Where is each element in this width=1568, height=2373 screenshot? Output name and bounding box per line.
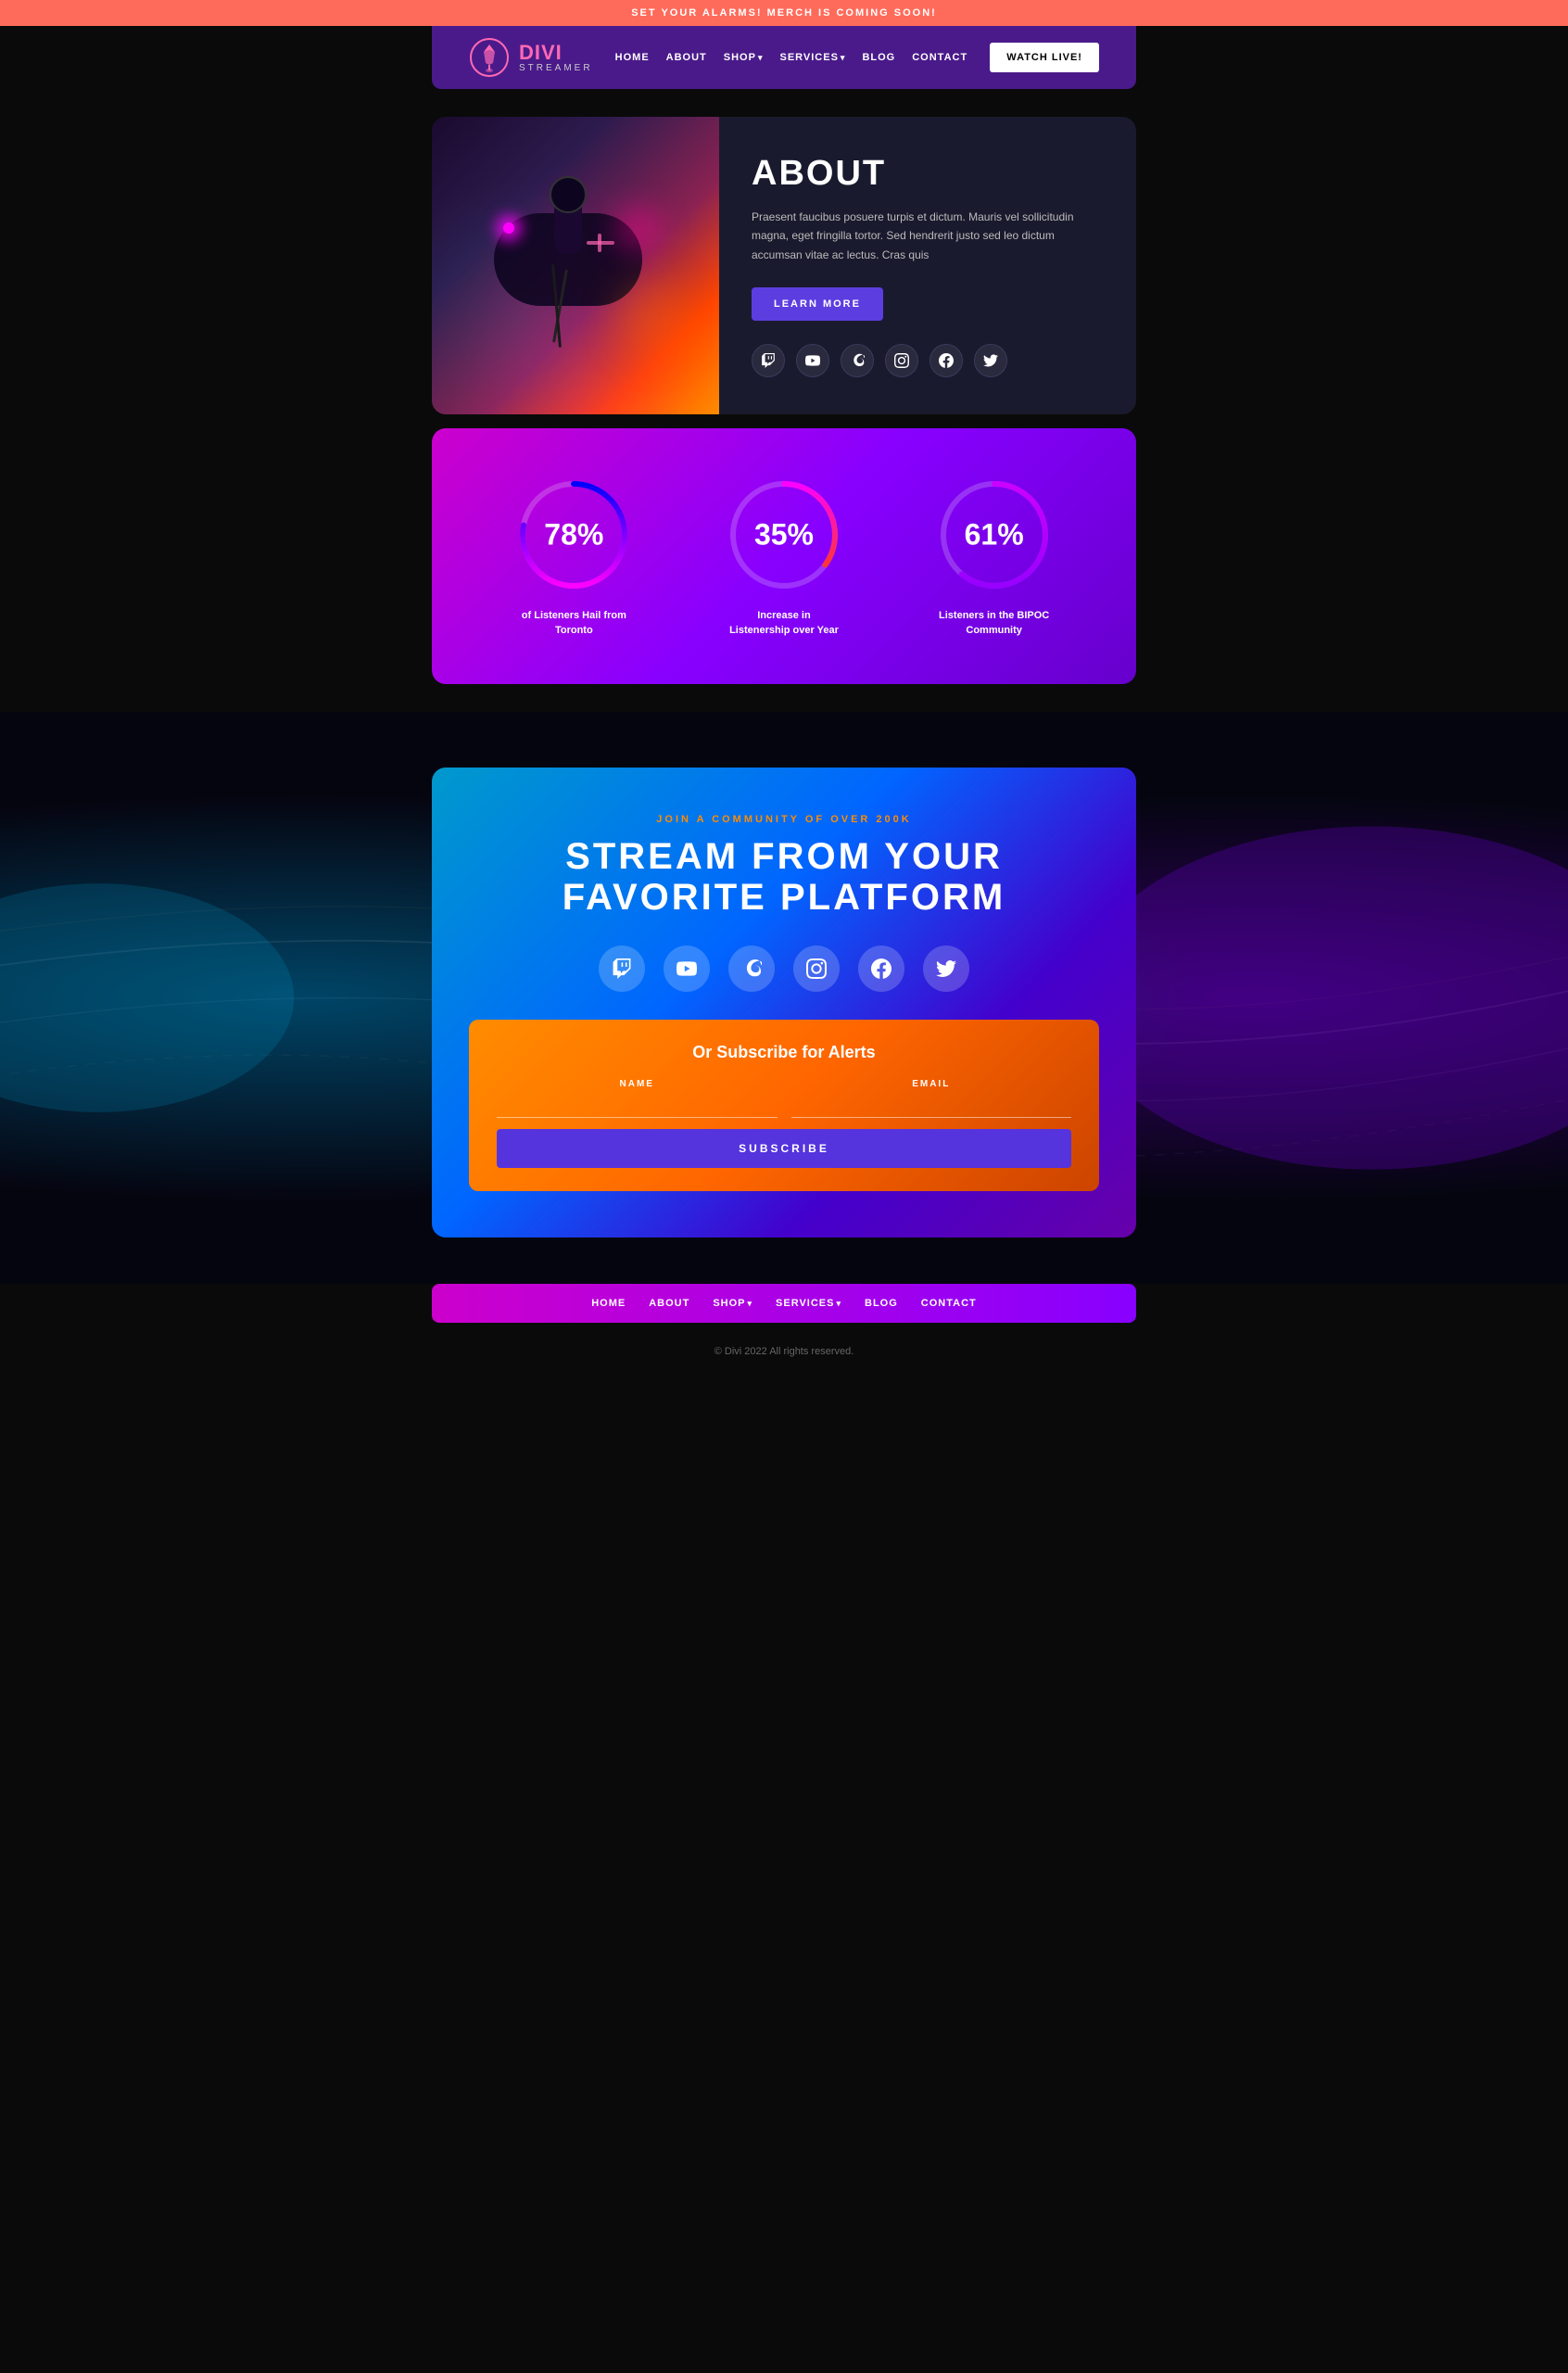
twitch-icon-stream[interactable] bbox=[599, 945, 645, 992]
main-nav: HOME ABOUT SHOP SERVICES BLOG CONTACT bbox=[615, 52, 968, 63]
stat-value-3: 61% bbox=[965, 518, 1024, 552]
subscribe-fields: NAME EMAIL bbox=[497, 1079, 1071, 1118]
stream-social-icons bbox=[469, 945, 1099, 992]
copyright-text: © Divi 2022 All rights reserved. bbox=[714, 1346, 854, 1357]
banner-text: SET YOUR ALARMS! MERCH IS COMING SOON! bbox=[631, 7, 937, 19]
stat-value-2: 35% bbox=[754, 518, 814, 552]
about-title: ABOUT bbox=[752, 154, 1104, 194]
about-social-icons bbox=[752, 344, 1104, 377]
about-image bbox=[432, 117, 719, 414]
stream-main-container: JOIN A COMMUNITY OF OVER 200K STREAM FRO… bbox=[413, 712, 1155, 1284]
learn-more-button[interactable]: LEARN MORE bbox=[752, 287, 883, 321]
twitter-icon-stream[interactable] bbox=[923, 945, 969, 992]
stat-label-1: of Listeners Hail from Toronto bbox=[518, 609, 629, 638]
top-banner: SET YOUR ALARMS! MERCH IS COMING SOON! bbox=[0, 0, 1568, 26]
nav-about[interactable]: ABOUT bbox=[666, 52, 707, 63]
main-content: ABOUT Praesent faucibus posuere turpis e… bbox=[413, 89, 1155, 712]
footer-nav-contact[interactable]: CONTACT bbox=[921, 1298, 977, 1309]
site-header: DIVI STREAMER HOME ABOUT SHOP SERVICES B… bbox=[432, 26, 1136, 89]
facebook-icon-about[interactable] bbox=[929, 344, 963, 377]
logo-area: DIVI STREAMER bbox=[469, 37, 593, 78]
stat-circle-2: 35% bbox=[724, 475, 844, 595]
footer-nav-services[interactable]: SERVICES bbox=[776, 1298, 841, 1309]
email-field-container: EMAIL bbox=[791, 1079, 1072, 1118]
subscribe-button[interactable]: SUBSCRIBE bbox=[497, 1129, 1071, 1168]
about-description: Praesent faucibus posuere turpis et dict… bbox=[752, 208, 1104, 264]
stat-label-2: Increase in Listenership over Year bbox=[728, 609, 840, 638]
background-section: JOIN A COMMUNITY OF OVER 200K STREAM FRO… bbox=[0, 712, 1568, 1284]
nav-home[interactable]: HOME bbox=[615, 52, 650, 63]
stat-item-2: 35% Increase in Listenership over Year bbox=[724, 475, 844, 638]
stream-section: JOIN A COMMUNITY OF OVER 200K STREAM FRO… bbox=[432, 768, 1136, 1237]
youtube-icon-stream[interactable] bbox=[664, 945, 710, 992]
footer-nav-blog[interactable]: BLOG bbox=[865, 1298, 898, 1309]
facebook-icon-stream[interactable] bbox=[858, 945, 904, 992]
about-content: ABOUT Praesent faucibus posuere turpis e… bbox=[719, 117, 1136, 414]
stats-section: 78% of Listeners Hail from Toronto 35% bbox=[432, 428, 1136, 684]
footer-copyright: © Divi 2022 All rights reserved. bbox=[0, 1332, 1568, 1371]
footer-nav-about[interactable]: ABOUT bbox=[649, 1298, 689, 1309]
logo-text: DIVI STREAMER bbox=[519, 43, 593, 73]
logo-subtitle: STREAMER bbox=[519, 63, 593, 73]
watch-live-button[interactable]: WATCH LIVE! bbox=[990, 43, 1099, 72]
instagram-icon-about[interactable] bbox=[885, 344, 918, 377]
footer-nav-home[interactable]: HOME bbox=[591, 1298, 626, 1309]
youtube-icon-about[interactable] bbox=[796, 344, 829, 377]
stat-item-3: 61% Listeners in the BIPOC Community bbox=[934, 475, 1055, 638]
logo-icon bbox=[469, 37, 510, 78]
stat-circle-3: 61% bbox=[934, 475, 1055, 595]
instagram-icon-stream[interactable] bbox=[793, 945, 840, 992]
twitch-icon-about[interactable] bbox=[752, 344, 785, 377]
nav-services[interactable]: SERVICES bbox=[779, 52, 845, 63]
name-input[interactable] bbox=[497, 1094, 778, 1118]
nav-contact[interactable]: CONTACT bbox=[912, 52, 967, 63]
logo-title: DIVI bbox=[519, 43, 593, 63]
stat-item-1: 78% of Listeners Hail from Toronto bbox=[513, 475, 634, 638]
stat-value-1: 78% bbox=[544, 518, 603, 552]
nav-blog[interactable]: BLOG bbox=[862, 52, 895, 63]
stream-title: STREAM FROM YOUR FAVORITE PLATFORM bbox=[469, 836, 1099, 918]
twitter-icon-about[interactable] bbox=[974, 344, 1007, 377]
footer-nav-shop[interactable]: SHOP bbox=[713, 1298, 752, 1309]
name-label: NAME bbox=[497, 1079, 778, 1089]
subscribe-box: Or Subscribe for Alerts NAME EMAIL SUBSC… bbox=[469, 1020, 1099, 1191]
patreon-icon-about[interactable] bbox=[841, 344, 874, 377]
name-field-container: NAME bbox=[497, 1079, 778, 1118]
about-section: ABOUT Praesent faucibus posuere turpis e… bbox=[432, 117, 1136, 414]
stream-subtitle: JOIN A COMMUNITY OF OVER 200K bbox=[469, 814, 1099, 825]
subscribe-title: Or Subscribe for Alerts bbox=[497, 1043, 1071, 1062]
nav-shop[interactable]: SHOP bbox=[724, 52, 764, 63]
stat-label-3: Listeners in the BIPOC Community bbox=[939, 609, 1050, 638]
patreon-icon-stream[interactable] bbox=[728, 945, 775, 992]
email-label: EMAIL bbox=[791, 1079, 1072, 1089]
email-input[interactable] bbox=[791, 1094, 1072, 1118]
stat-circle-1: 78% bbox=[513, 475, 634, 595]
footer-nav: HOME ABOUT SHOP SERVICES BLOG CONTACT bbox=[432, 1284, 1136, 1323]
